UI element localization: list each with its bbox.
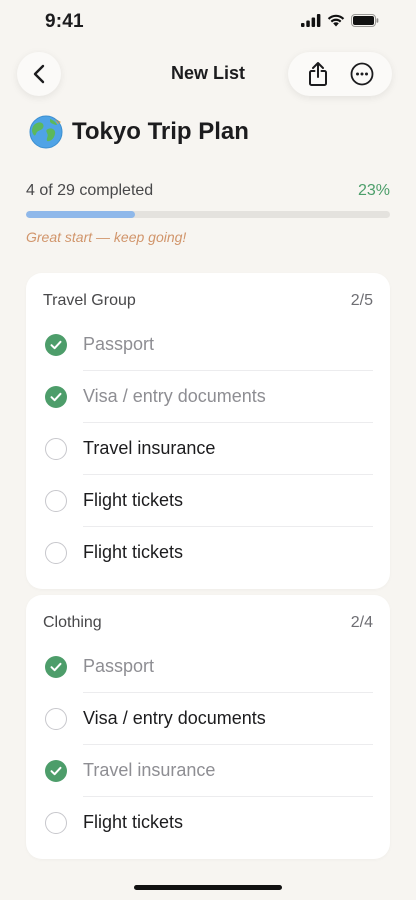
group-header[interactable]: Clothing 2/4 xyxy=(26,595,390,641)
status-icons xyxy=(301,14,379,27)
checklist-item-label: Passport xyxy=(83,334,155,354)
checklist-item-label: Flight tickets xyxy=(83,542,184,562)
share-icon xyxy=(309,62,327,86)
checklist-item[interactable]: Travel insurance xyxy=(26,423,390,475)
checklist-item-label: Flight tickets xyxy=(83,490,184,510)
progress-note: Great start — keep going! xyxy=(26,229,187,245)
checklist-item-label: Travel insurance xyxy=(83,760,216,780)
progress-label: 4 of 29 completed xyxy=(26,182,154,199)
wifi-icon xyxy=(327,14,345,27)
checklist-item-label: Flight tickets xyxy=(83,812,184,832)
checklist-item[interactable]: Passport xyxy=(26,319,390,371)
share-button[interactable] xyxy=(300,56,336,92)
checklist-item-label: Travel insurance xyxy=(83,438,216,458)
checklist-item[interactable]: Flight tickets xyxy=(26,475,390,527)
checked-circle-icon[interactable] xyxy=(45,334,67,356)
screen: 9:41 New List Tokyo Trip Plan 4 of 29 co… xyxy=(0,0,416,900)
checklist-item[interactable]: Visa / entry documents xyxy=(26,693,390,745)
unchecked-circle-icon[interactable] xyxy=(45,542,67,564)
progress-bar xyxy=(26,211,390,218)
more-options-icon xyxy=(350,62,374,86)
checklist-item[interactable]: Flight tickets xyxy=(26,527,390,579)
unchecked-circle-icon[interactable] xyxy=(45,438,67,460)
list-title: Tokyo Trip Plan xyxy=(28,114,249,150)
globe-icon xyxy=(29,115,63,149)
checklist-item-label: Visa / entry documents xyxy=(83,386,266,406)
checklist-item-label: Visa / entry documents xyxy=(83,708,266,728)
checked-circle-icon[interactable] xyxy=(45,656,67,678)
checklist-item[interactable]: Travel insurance xyxy=(26,745,390,797)
group-title: Clothing xyxy=(43,614,102,631)
home-indicator[interactable] xyxy=(134,885,282,890)
status-bar: 9:41 xyxy=(0,0,416,44)
unchecked-circle-icon[interactable] xyxy=(45,490,67,512)
group-count: 2/5 xyxy=(350,292,373,309)
list-title-text: Tokyo Trip Plan xyxy=(72,118,249,145)
group-header[interactable]: Travel Group 2/5 xyxy=(26,273,390,319)
more-options-button[interactable] xyxy=(344,56,380,92)
status-time: 9:41 xyxy=(45,11,84,32)
unchecked-circle-icon[interactable] xyxy=(45,708,67,730)
progress-summary: 4 of 29 completed 23% xyxy=(26,182,390,200)
checklist-item[interactable]: Visa / entry documents xyxy=(26,371,390,423)
checked-circle-icon[interactable] xyxy=(45,386,67,408)
battery-icon xyxy=(351,14,379,27)
cellular-signal-icon xyxy=(301,14,321,27)
checked-circle-icon[interactable] xyxy=(45,760,67,782)
nav-actions xyxy=(288,52,392,96)
group-title: Travel Group xyxy=(43,292,136,309)
group-count: 2/4 xyxy=(350,614,373,631)
group-card: Clothing 2/4 Passport Visa / entry document… xyxy=(26,595,390,859)
checklist-item[interactable]: Passport xyxy=(26,641,390,693)
unchecked-circle-icon[interactable] xyxy=(45,812,67,834)
checklist-item[interactable]: Flight tickets xyxy=(26,797,390,849)
checklist-item-label: Passport xyxy=(83,656,155,676)
group-card: Travel Group 2/5 Passport Visa / entry docu… xyxy=(26,273,390,589)
progress-percent: 23% xyxy=(357,182,390,199)
progress-bar-fill xyxy=(26,211,136,218)
